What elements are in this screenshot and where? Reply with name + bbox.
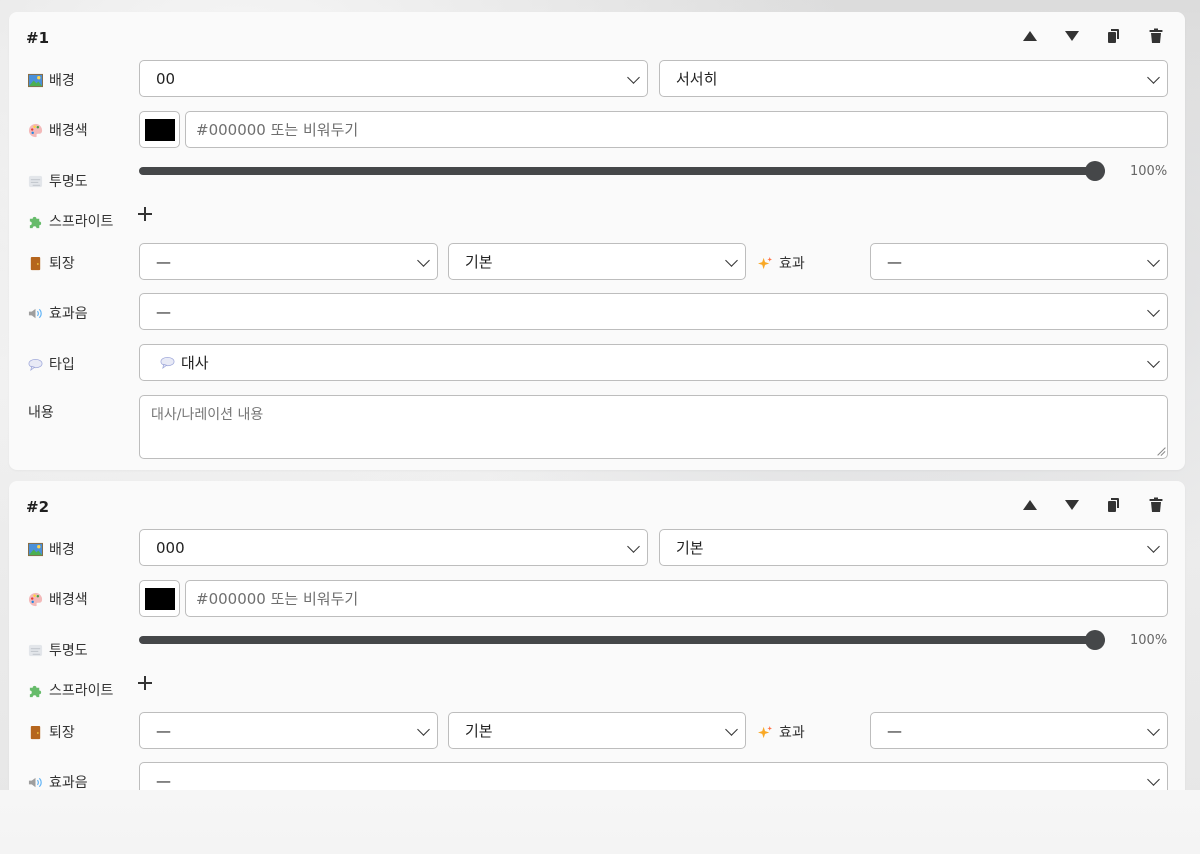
opacity-value: 100% xyxy=(1130,164,1168,179)
add-sprite-button[interactable] xyxy=(137,675,153,691)
sparkles-icon xyxy=(758,725,773,738)
speech-bubble-icon xyxy=(28,357,43,372)
exit-style-select[interactable]: 기본 xyxy=(448,243,746,280)
bg-color-label: 배경색 xyxy=(28,589,88,609)
slider-thumb[interactable] xyxy=(1085,161,1105,181)
opacity-label: 투명도 xyxy=(28,640,88,660)
chevron-down-icon xyxy=(1147,722,1160,736)
trash-icon xyxy=(1149,28,1163,43)
scene-toolbar xyxy=(1019,25,1167,47)
background-label: 배경 xyxy=(28,539,75,559)
content-textarea[interactable] xyxy=(139,395,1168,459)
sprite-label: 스프라이트 xyxy=(28,680,113,700)
chevron-down-icon xyxy=(725,722,738,736)
exit-label: 퇴장 xyxy=(28,253,75,273)
triangle-up-icon xyxy=(1023,500,1037,510)
triangle-down-icon xyxy=(1065,31,1079,41)
color-picker[interactable] xyxy=(139,580,180,617)
speech-bubble-icon xyxy=(160,356,175,370)
color-swatch xyxy=(144,118,175,141)
chevron-down-icon xyxy=(725,253,738,267)
opacity-value: 100% xyxy=(1130,633,1168,648)
puzzle-icon xyxy=(28,683,43,698)
content-label: 내용 xyxy=(28,405,54,421)
picture-icon xyxy=(28,73,43,88)
chevron-down-icon xyxy=(627,70,640,84)
viewport-bottom xyxy=(0,790,1200,854)
sparkles-icon xyxy=(758,256,773,269)
copy-icon xyxy=(1108,29,1119,43)
scene-number: #2 xyxy=(26,498,50,516)
speaker-icon xyxy=(28,306,43,321)
scene-card-2: #2 배경 000 기본 배경색 투명 xyxy=(9,481,1185,811)
trash-icon xyxy=(1149,497,1163,512)
effect-select[interactable]: — xyxy=(870,243,1168,280)
background-label: 배경 xyxy=(28,70,75,90)
picture-icon xyxy=(28,542,43,557)
slider-track xyxy=(139,636,1105,644)
resize-handle[interactable] xyxy=(1155,446,1165,456)
chevron-down-icon xyxy=(1147,539,1160,553)
exit-label: 퇴장 xyxy=(28,722,75,742)
door-icon xyxy=(28,256,43,271)
door-icon xyxy=(28,725,43,740)
copy-icon xyxy=(1108,498,1119,512)
type-label: 타입 xyxy=(28,354,75,374)
effect-label: 효과 xyxy=(758,722,805,742)
duplicate-button[interactable] xyxy=(1103,494,1125,516)
scene-card-1: #1 배경 00 서서히 배경색 #000000 또는 비워두기 투명도 100… xyxy=(9,12,1185,470)
delete-button[interactable] xyxy=(1145,494,1167,516)
background-select[interactable]: 00 xyxy=(139,60,648,97)
slider-track xyxy=(139,167,1105,175)
effect-select[interactable]: — xyxy=(870,712,1168,749)
puzzle-icon xyxy=(28,214,43,229)
chevron-down-icon xyxy=(417,722,430,736)
exit-style-select[interactable]: 기본 xyxy=(448,712,746,749)
opacity-label: 투명도 xyxy=(28,171,88,191)
color-hex-input[interactable] xyxy=(185,111,1168,148)
triangle-up-icon xyxy=(1023,31,1037,41)
chevron-down-icon xyxy=(1147,303,1160,317)
chevron-down-icon xyxy=(1147,253,1160,267)
opacity-slider[interactable] xyxy=(139,630,1105,650)
duplicate-button[interactable] xyxy=(1103,25,1125,47)
bg-color-label: 배경색 xyxy=(28,120,88,140)
transition-select[interactable]: 기본 xyxy=(659,529,1168,566)
scene-number: #1 xyxy=(26,29,50,47)
chevron-down-icon xyxy=(1147,70,1160,84)
exit-select[interactable]: — xyxy=(139,243,438,280)
sound-label: 효과음 xyxy=(28,303,88,323)
opacity-slider[interactable] xyxy=(139,161,1105,181)
background-select[interactable]: 000 xyxy=(139,529,648,566)
transition-select[interactable]: 서서히 xyxy=(659,60,1168,97)
effect-label: 효과 xyxy=(758,253,805,273)
exit-select[interactable]: — xyxy=(139,712,438,749)
chevron-down-icon xyxy=(627,539,640,553)
speaker-icon xyxy=(28,775,43,790)
type-select[interactable]: 대사 xyxy=(139,344,1168,381)
scene-toolbar xyxy=(1019,494,1167,516)
move-down-button[interactable] xyxy=(1061,25,1083,47)
color-swatch xyxy=(144,587,175,610)
color-picker[interactable] xyxy=(139,111,180,148)
move-up-button[interactable] xyxy=(1019,25,1041,47)
palette-icon xyxy=(28,123,43,138)
fog-icon xyxy=(28,174,43,189)
slider-thumb[interactable] xyxy=(1085,630,1105,650)
add-sprite-button[interactable] xyxy=(137,206,153,222)
sprite-label: 스프라이트 xyxy=(28,211,113,231)
triangle-down-icon xyxy=(1065,500,1079,510)
fog-icon xyxy=(28,643,43,658)
sound-label: 효과음 xyxy=(28,772,88,792)
chevron-down-icon xyxy=(1147,772,1160,786)
delete-button[interactable] xyxy=(1145,25,1167,47)
chevron-down-icon xyxy=(1147,354,1160,368)
palette-icon xyxy=(28,592,43,607)
color-hex-input[interactable] xyxy=(185,580,1168,617)
chevron-down-icon xyxy=(417,253,430,267)
move-up-button[interactable] xyxy=(1019,494,1041,516)
sound-select[interactable]: — xyxy=(139,293,1168,330)
move-down-button[interactable] xyxy=(1061,494,1083,516)
